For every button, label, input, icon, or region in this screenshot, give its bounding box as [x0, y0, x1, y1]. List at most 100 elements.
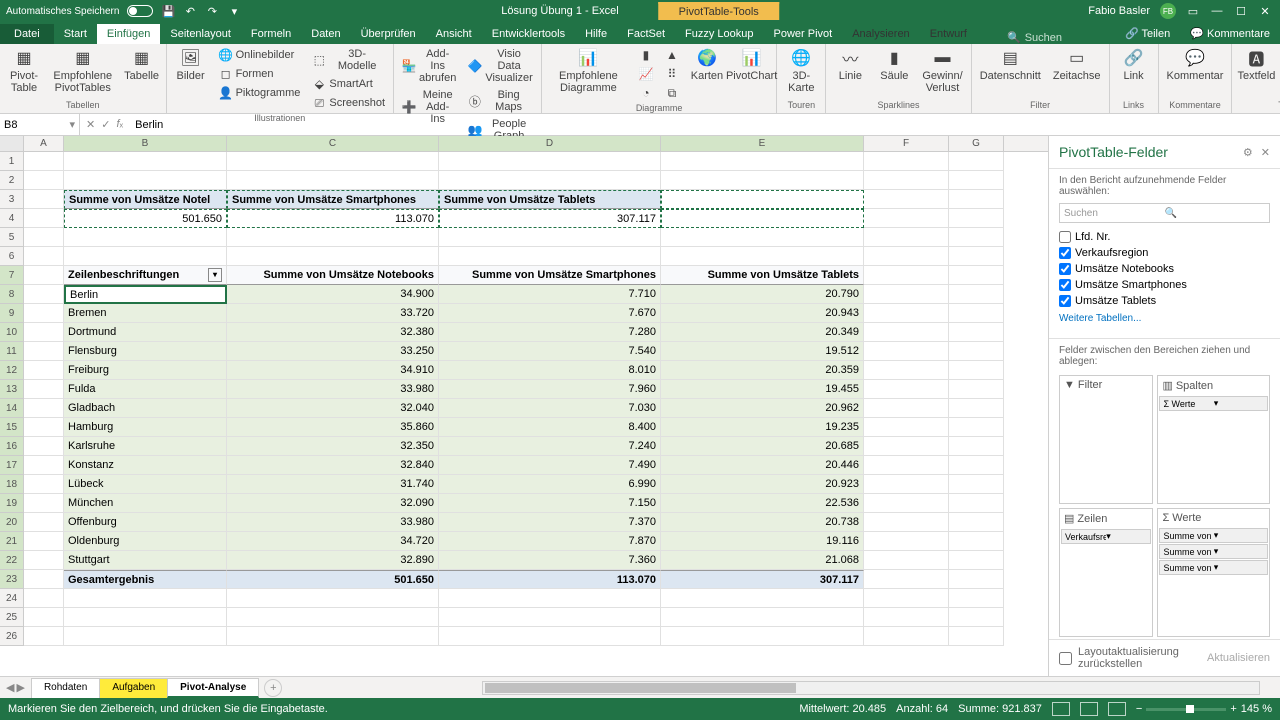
- summary-header[interactable]: Summe von Umsätze Smartphones: [227, 190, 439, 209]
- sparkwinloss-button[interactable]: ▬Gewinn/ Verlust: [918, 46, 966, 96]
- cell[interactable]: [864, 532, 949, 551]
- pivot-row-label[interactable]: Konstanz: [64, 456, 227, 475]
- cell[interactable]: [864, 551, 949, 570]
- sheet-next-icon[interactable]: ▶: [16, 681, 24, 694]
- chart-line-button[interactable]: 📈: [635, 65, 657, 83]
- cell[interactable]: [24, 456, 64, 475]
- link-button[interactable]: 🔗Link: [1114, 46, 1154, 84]
- pivot-value[interactable]: 7.960: [439, 380, 661, 399]
- cell[interactable]: [24, 532, 64, 551]
- field-umsätze-tablets[interactable]: Umsätze Tablets: [1059, 293, 1270, 309]
- cell[interactable]: [949, 190, 1004, 209]
- cell[interactable]: [864, 361, 949, 380]
- tab-start[interactable]: Start: [54, 24, 97, 44]
- pivot-value[interactable]: 20.446: [661, 456, 864, 475]
- col-header-B[interactable]: B: [64, 136, 227, 151]
- pivottable-button[interactable]: ▦Pivot- Table: [4, 46, 44, 96]
- cell[interactable]: [864, 494, 949, 513]
- cell[interactable]: [864, 171, 949, 190]
- cell[interactable]: [439, 228, 661, 247]
- cell[interactable]: [949, 285, 1004, 304]
- row-header[interactable]: 26: [0, 627, 24, 646]
- cell[interactable]: [949, 247, 1004, 266]
- 3dmodels-button[interactable]: ⬚3D-Modelle: [308, 46, 389, 74]
- cell[interactable]: [864, 437, 949, 456]
- cell[interactable]: [949, 608, 1004, 627]
- cell[interactable]: [227, 171, 439, 190]
- cell[interactable]: [949, 342, 1004, 361]
- visio-button[interactable]: 🔷Visio Data Visualizer: [464, 46, 536, 86]
- cell[interactable]: [949, 304, 1004, 323]
- row-header[interactable]: 22: [0, 551, 24, 570]
- close-icon[interactable]: ✕: [1258, 4, 1272, 18]
- view-normal-icon[interactable]: [1052, 702, 1070, 716]
- pivot-value[interactable]: 7.870: [439, 532, 661, 551]
- cell[interactable]: [24, 266, 64, 285]
- cell[interactable]: [439, 247, 661, 266]
- cell[interactable]: [24, 627, 64, 646]
- pivot-value[interactable]: 6.990: [439, 475, 661, 494]
- pivot-row-label[interactable]: Bremen: [64, 304, 227, 323]
- cell[interactable]: [864, 513, 949, 532]
- chart-combo-button[interactable]: ⧉: [661, 84, 683, 102]
- cell[interactable]: [949, 475, 1004, 494]
- sparkline-button[interactable]: 〰Linie: [830, 46, 870, 84]
- col-header-C[interactable]: C: [227, 136, 439, 151]
- area-rows[interactable]: ▤ZeilenVerkaufsregion▾: [1059, 508, 1153, 637]
- pivot-row-label[interactable]: Freiburg: [64, 361, 227, 380]
- field-checkbox[interactable]: [1059, 263, 1071, 275]
- row-header[interactable]: 4: [0, 209, 24, 228]
- row-header[interactable]: 10: [0, 323, 24, 342]
- cell[interactable]: [864, 399, 949, 418]
- field-lfd.-nr.[interactable]: Lfd. Nr.: [1059, 229, 1270, 245]
- tab-analysieren[interactable]: Analysieren: [842, 24, 919, 44]
- cell[interactable]: [661, 608, 864, 627]
- summary-header[interactable]: Summe von Umsätze Tablets: [439, 190, 661, 209]
- pivot-value[interactable]: 7.150: [439, 494, 661, 513]
- share-button[interactable]: 🔗 Teilen: [1115, 23, 1180, 44]
- tab-einfügen[interactable]: Einfügen: [97, 24, 160, 44]
- pivot-value[interactable]: 19.116: [661, 532, 864, 551]
- pivot-value[interactable]: 7.370: [439, 513, 661, 532]
- cell[interactable]: [661, 247, 864, 266]
- row-header[interactable]: 9: [0, 304, 24, 323]
- row-header[interactable]: 5: [0, 228, 24, 247]
- panel-search[interactable]: Suchen🔍: [1059, 203, 1270, 223]
- cell[interactable]: [227, 228, 439, 247]
- pivot-row-label[interactable]: Dortmund: [64, 323, 227, 342]
- textbox-button[interactable]: 🅰Textfeld: [1236, 46, 1276, 84]
- field-checkbox[interactable]: [1059, 279, 1071, 291]
- row-header[interactable]: 7: [0, 266, 24, 285]
- pivot-total-value[interactable]: 113.070: [439, 570, 661, 589]
- col-chip[interactable]: Σ Werte▾: [1159, 396, 1268, 411]
- col-header-A[interactable]: A: [24, 136, 64, 151]
- cell[interactable]: [64, 589, 227, 608]
- cell[interactable]: [24, 418, 64, 437]
- row-header[interactable]: 16: [0, 437, 24, 456]
- cell[interactable]: [949, 209, 1004, 228]
- row-header[interactable]: 12: [0, 361, 24, 380]
- pivot-value[interactable]: 21.068: [661, 551, 864, 570]
- field-verkaufsregion[interactable]: Verkaufsregion: [1059, 245, 1270, 261]
- pivot-value[interactable]: 7.670: [439, 304, 661, 323]
- cell[interactable]: [24, 171, 64, 190]
- zoom-slider[interactable]: [1146, 708, 1226, 711]
- sheet-prev-icon[interactable]: ◀: [6, 681, 14, 694]
- cell[interactable]: [24, 209, 64, 228]
- tab-entwurf[interactable]: Entwurf: [920, 24, 977, 44]
- pivot-row-label[interactable]: Berlin: [64, 285, 227, 304]
- row-header[interactable]: 13: [0, 380, 24, 399]
- area-filter[interactable]: ▼Filter: [1059, 375, 1153, 504]
- cell[interactable]: [864, 380, 949, 399]
- recommended-pivot-button[interactable]: ▦Empfohlene PivotTables: [48, 46, 118, 96]
- confirm-formula-icon[interactable]: ✓: [101, 118, 110, 131]
- pivot-value[interactable]: 8.400: [439, 418, 661, 437]
- pivot-value[interactable]: 20.943: [661, 304, 864, 323]
- cell[interactable]: [949, 228, 1004, 247]
- cell[interactable]: [661, 171, 864, 190]
- cell[interactable]: [439, 589, 661, 608]
- cell[interactable]: [24, 608, 64, 627]
- cell[interactable]: [24, 323, 64, 342]
- search[interactable]: 🔍Suchen: [1007, 31, 1062, 44]
- field-checkbox[interactable]: [1059, 247, 1071, 259]
